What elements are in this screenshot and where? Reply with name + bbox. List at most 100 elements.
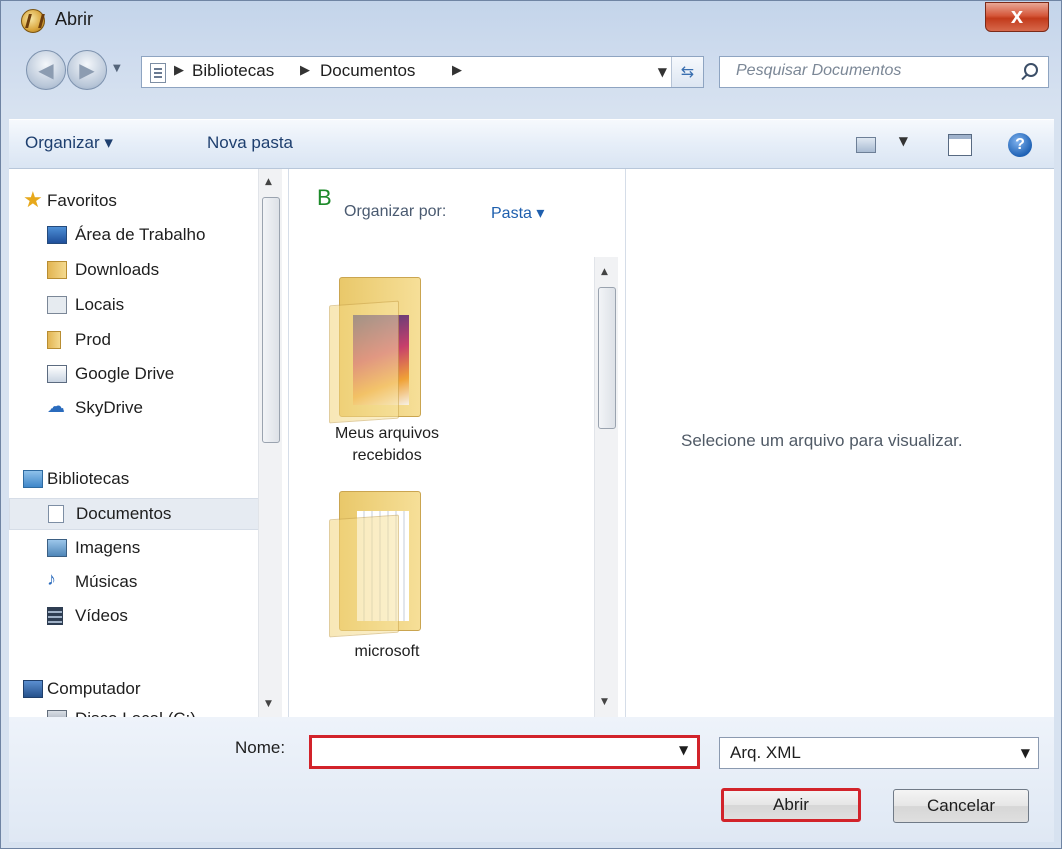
- music-note-icon: ♪: [47, 569, 56, 589]
- document-library-icon: [150, 63, 166, 83]
- nav-label: Downloads: [75, 260, 160, 279]
- help-icon[interactable]: ?: [1008, 133, 1032, 157]
- cloud-icon: ☁: [47, 396, 65, 416]
- nav-label: SkyDrive: [75, 398, 144, 417]
- nav-item-locais[interactable]: Locais: [9, 290, 259, 322]
- change-view-icon[interactable]: [856, 137, 876, 153]
- address-history-chevron-icon[interactable]: ▼: [658, 65, 667, 79]
- nav-item-google-drive[interactable]: Google Drive: [9, 359, 259, 391]
- folder-item-microsoft[interactable]: microsoft: [307, 475, 467, 675]
- computer-icon: [23, 680, 43, 698]
- navigation-pane: ★ Favoritos Área de Trabalho Downloads L…: [9, 169, 289, 717]
- scroll-down-icon[interactable]: ▼: [601, 697, 608, 707]
- downloads-folder-icon: [47, 261, 67, 279]
- scrollbar-thumb[interactable]: [598, 287, 616, 429]
- forward-arrow-icon: ▶: [79, 58, 95, 82]
- nav-item-imagens[interactable]: Imagens: [9, 533, 259, 565]
- breadcrumb-separator-icon[interactable]: ▶: [174, 63, 184, 78]
- preview-message: Selecione um arquivo para visualizar.: [681, 431, 963, 450]
- nav-label: Locais: [75, 295, 125, 314]
- nav-item-computador[interactable]: Computador: [9, 674, 259, 706]
- arrange-by-dropdown[interactable]: Pasta ▾: [491, 203, 544, 223]
- nav-item-disco-local[interactable]: Disco Local (C:): [9, 704, 259, 717]
- nav-item-prod[interactable]: Prod: [9, 325, 259, 357]
- nav-label: Favoritos: [47, 191, 117, 210]
- preview-pane: Selecione um arquivo para visualizar.: [626, 169, 1054, 717]
- filename-label: Nome:: [235, 738, 286, 757]
- app-icon: [21, 9, 45, 33]
- forward-button[interactable]: ▶: [67, 50, 107, 90]
- search-placeholder: Pesquisar Documentos: [736, 62, 902, 79]
- command-bar: Organizar ▾ Nova pasta ▼ ?: [9, 119, 1054, 169]
- google-drive-icon: [47, 365, 67, 383]
- filename-input[interactable]: [309, 735, 700, 769]
- organize-menu-button[interactable]: Organizar ▾: [25, 133, 113, 153]
- search-input[interactable]: Pesquisar Documentos: [719, 56, 1049, 88]
- folder-icon: [329, 481, 429, 638]
- nav-item-area-de-trabalho[interactable]: Área de Trabalho: [9, 220, 259, 252]
- breadcrumb-bibliotecas[interactable]: Bibliotecas: [192, 61, 274, 81]
- nav-label: Google Drive: [75, 364, 175, 383]
- view-options-chevron-icon[interactable]: ▼: [899, 134, 908, 148]
- back-button[interactable]: ◀: [26, 50, 66, 90]
- folder-item-meus-arquivos-recebidos[interactable]: Meus arquivos recebidos: [307, 257, 467, 487]
- arrange-by-label: Organizar por:: [344, 203, 447, 220]
- back-arrow-icon: ◀: [38, 58, 54, 82]
- chevron-down-icon: ▼: [1020, 746, 1030, 760]
- close-button[interactable]: x: [985, 2, 1049, 32]
- scrollbar-thumb[interactable]: [262, 197, 280, 443]
- library-header-letter: B: [317, 185, 332, 210]
- cancel-button[interactable]: Cancelar: [893, 789, 1029, 823]
- scroll-down-icon[interactable]: ▼: [265, 699, 272, 709]
- folder-icon: [329, 267, 429, 424]
- breadcrumb-documentos[interactable]: Documentos: [320, 61, 415, 81]
- libraries-icon: [23, 470, 43, 488]
- nav-item-downloads[interactable]: Downloads: [9, 255, 259, 287]
- nav-item-videos[interactable]: Vídeos: [9, 601, 259, 633]
- folder-icon: [47, 331, 61, 349]
- nav-item-documentos[interactable]: Documentos: [9, 498, 259, 530]
- open-dialog: Abrir x ◀ ▶ ▼ ▶ Bibliotecas ▶ Documentos…: [0, 0, 1062, 849]
- title-bar: Abrir x: [1, 1, 1061, 41]
- open-button[interactable]: Abrir: [721, 788, 861, 822]
- breadcrumb-separator-icon[interactable]: ▶: [452, 63, 462, 78]
- file-list-pane: B Organizar por: Pasta ▾ Meus arquivos r…: [289, 169, 626, 717]
- nav-label: Bibliotecas: [47, 469, 130, 488]
- refresh-button[interactable]: ⇆: [671, 57, 703, 87]
- nav-label: Prod: [75, 330, 111, 349]
- nav-item-musicas[interactable]: ♪ Músicas: [9, 567, 259, 599]
- navigation-scrollbar[interactable]: ▲ ▼: [258, 169, 282, 717]
- search-icon[interactable]: [1024, 63, 1038, 77]
- refresh-icon: ⇆: [680, 62, 695, 81]
- folder-label: Meus arquivos recebidos: [307, 423, 467, 467]
- nav-item-bibliotecas[interactable]: Bibliotecas: [9, 464, 259, 496]
- breadcrumb-separator-icon[interactable]: ▶: [300, 63, 310, 78]
- nav-label: Disco Local (C:): [75, 709, 196, 717]
- window-title: Abrir: [55, 9, 94, 29]
- scroll-up-icon[interactable]: ▲: [601, 267, 608, 277]
- address-bar[interactable]: ▶ Bibliotecas ▶ Documentos ▶ ▼ ⇆: [141, 56, 704, 88]
- new-folder-button[interactable]: Nova pasta: [207, 133, 293, 153]
- desktop-icon: [47, 226, 67, 244]
- folder-label-line1: Meus arquivos: [334, 425, 440, 442]
- pictures-icon: [47, 539, 67, 557]
- recent-locations-chevron-icon[interactable]: ▼: [113, 63, 121, 74]
- file-list-scrollbar[interactable]: ▲ ▼: [594, 257, 618, 717]
- dialog-footer: Nome: ▼ Arq. XML ▼ Abrir Cancelar: [9, 717, 1054, 842]
- file-list: Meus arquivos recebidos microsoft: [307, 257, 607, 717]
- nav-label: Imagens: [75, 538, 141, 557]
- folder-label: microsoft: [354, 643, 420, 660]
- folder-label-line2: recebidos: [352, 447, 422, 464]
- nav-label: Computador: [47, 679, 141, 698]
- star-icon: ★: [23, 187, 43, 212]
- nav-item-skydrive[interactable]: ☁ SkyDrive: [9, 393, 259, 425]
- nav-item-favoritos[interactable]: ★ Favoritos: [9, 186, 259, 218]
- scroll-up-icon[interactable]: ▲: [265, 177, 272, 187]
- videos-icon: [47, 607, 63, 625]
- filename-history-chevron-icon[interactable]: ▼: [679, 743, 688, 757]
- disk-icon: [47, 710, 67, 717]
- documents-icon: [48, 505, 64, 523]
- nav-label: Documentos: [76, 504, 172, 523]
- file-type-select[interactable]: Arq. XML ▼: [719, 737, 1039, 769]
- preview-pane-icon[interactable]: [948, 134, 972, 156]
